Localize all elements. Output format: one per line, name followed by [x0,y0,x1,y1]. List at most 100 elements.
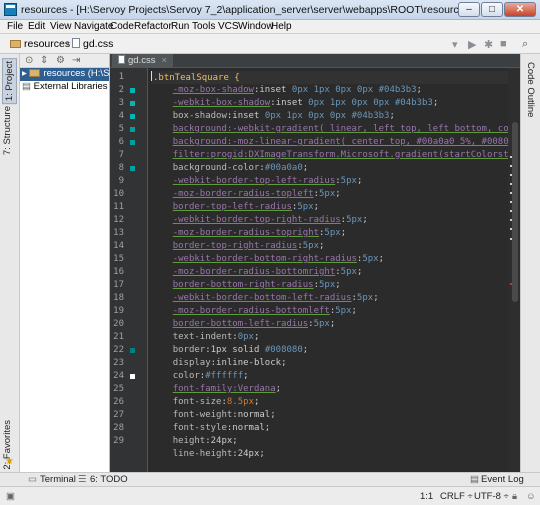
color-swatch-marker[interactable] [130,114,135,119]
code-token: :normal; [232,410,276,420]
code-line-8: background-color:#00a0a0; [151,162,308,175]
menu-help[interactable]: Help [271,21,292,32]
close-tab-icon[interactable]: × [161,55,167,66]
line-number: 20 [113,319,124,329]
menu-tools[interactable]: Tools [192,21,215,32]
color-swatch-marker[interactable] [130,374,135,379]
menu-code[interactable]: Code [110,21,134,32]
code-token: font-family:Verdana [172,384,276,394]
stop-icon[interactable]: ■ [500,38,507,50]
code-token: -moz-border-radius-topright [172,228,319,238]
tool-windows-icon[interactable]: ▣ [6,491,15,502]
menu-vcs[interactable]: VCS [218,21,239,32]
line-number: 10 [113,189,124,199]
line-number: 22 [113,345,124,355]
left-tool-strip: 1: Project 7: Structure 2: Favorites ★ [0,54,20,472]
lock-icon[interactable]: 🔒︎ [512,491,517,502]
sync-icon[interactable]: ⊙ [25,55,33,66]
tree-item-resources[interactable]: ▸ resources (H:\Serv [20,68,109,81]
code-token: font-size [172,397,222,407]
todo-tab[interactable]: 6: TODO [90,474,128,485]
line-number: 7 [118,150,124,160]
menu-refactor[interactable]: Refactor [134,21,172,32]
code-line-9: -webkit-border-top-left-radius:5px; [151,175,363,188]
tab-structure[interactable]: 7: Structure [2,106,13,155]
minimize-button[interactable]: – [458,2,480,17]
menu-bar: File Edit View Navigate Code Refactor Ru… [0,20,540,34]
tab-code-outline[interactable]: Code Outline [525,62,536,117]
code-token: -moz-box-shadow [172,85,254,95]
file-encoding[interactable]: UTF-8 ÷ [474,491,509,502]
title-bar: resources - [H:\Servoy Projects\Servoy 7… [0,0,540,20]
breadcrumb-file[interactable]: gd.css [72,38,113,50]
code-token: border-top-right-radius [172,241,298,251]
editor-tab-bar: gd.css × [110,54,520,68]
code-token: 5px [302,241,319,251]
code-token: filter:progid:DXImageTransform.Microsoft… [172,150,511,160]
menu-navigate[interactable]: Navigate [74,21,113,32]
code-line-5: background:-webkit-gradient( linear, lef… [151,123,509,136]
caret-position[interactable]: 1:1 [420,491,433,502]
code-token: 5px [324,228,341,238]
code-token: :inset [253,85,292,95]
code-token: ; [340,228,347,238]
line-number: 24 [113,371,124,381]
debug-icon[interactable]: ✱ [484,38,493,51]
css-file-icon [72,38,80,48]
close-button[interactable]: ✕ [504,2,536,17]
color-swatch-marker[interactable] [130,101,135,106]
color-swatch-marker[interactable] [130,88,135,93]
tree-item-external-libraries[interactable]: ▤ External Libraries [20,81,109,94]
editor-tab-gd-css[interactable]: gd.css × [112,54,174,68]
code-token: ; [302,163,309,173]
color-swatch-marker[interactable] [130,166,135,171]
line-separator[interactable]: CRLF ÷ [440,491,473,502]
run-icon[interactable]: ▶ [468,38,476,51]
color-swatch-marker[interactable] [130,348,135,353]
maximize-button[interactable]: □ [481,2,503,17]
line-number: 18 [113,293,124,303]
code-line-6: background:-moz-linear-gradient( center … [151,136,511,149]
vertical-scrollbar[interactable] [512,122,518,302]
code-token: background:-moz-linear-gradient( center … [172,137,511,147]
menu-window[interactable]: Window [238,21,274,32]
color-swatch-marker[interactable] [130,127,135,132]
menu-run[interactable]: Run [171,21,189,32]
line-number: 4 [118,111,124,121]
code-area[interactable]: .btnTealSquare { -moz-box-shadow:inset 0… [151,68,511,472]
code-token: box-shadow [172,111,227,121]
terminal-tab[interactable]: Terminal [40,474,76,485]
tab-project[interactable]: 1: Project [2,58,17,105]
code-token: #00a0a0 [264,163,303,173]
settings-icon[interactable]: ⚙ [56,55,65,66]
collapse-all-icon[interactable]: ⇕ [40,55,48,66]
menu-view[interactable]: View [50,21,72,32]
menu-edit[interactable]: Edit [28,21,45,32]
code-token: ; [275,384,282,394]
menu-file[interactable]: File [7,21,23,32]
color-swatch-marker[interactable] [130,140,135,145]
breadcrumb-folder[interactable]: resources [10,38,70,50]
code-line-3: -webkit-box-shadow:inset 0px 1px 0px 0px… [151,97,439,110]
code-token: 5px [297,202,314,212]
code-token: border-bottom-left-radius [172,319,309,329]
run-config-dropdown-icon[interactable]: ▾ [452,38,458,51]
code-line-7: filter:progid:DXImageTransform.Microsoft… [151,149,511,162]
search-icon[interactable]: ⌕ [522,38,528,51]
line-number: 29 [113,436,124,446]
line-number: 27 [113,410,124,420]
inspector-icon[interactable]: ☺ [526,491,536,502]
event-log-tab[interactable]: Event Log [481,474,524,485]
hide-icon[interactable]: ⇥ [72,55,80,66]
code-line-22: border:1px solid #008080; [151,344,308,357]
code-token: #ffffff [205,371,244,381]
